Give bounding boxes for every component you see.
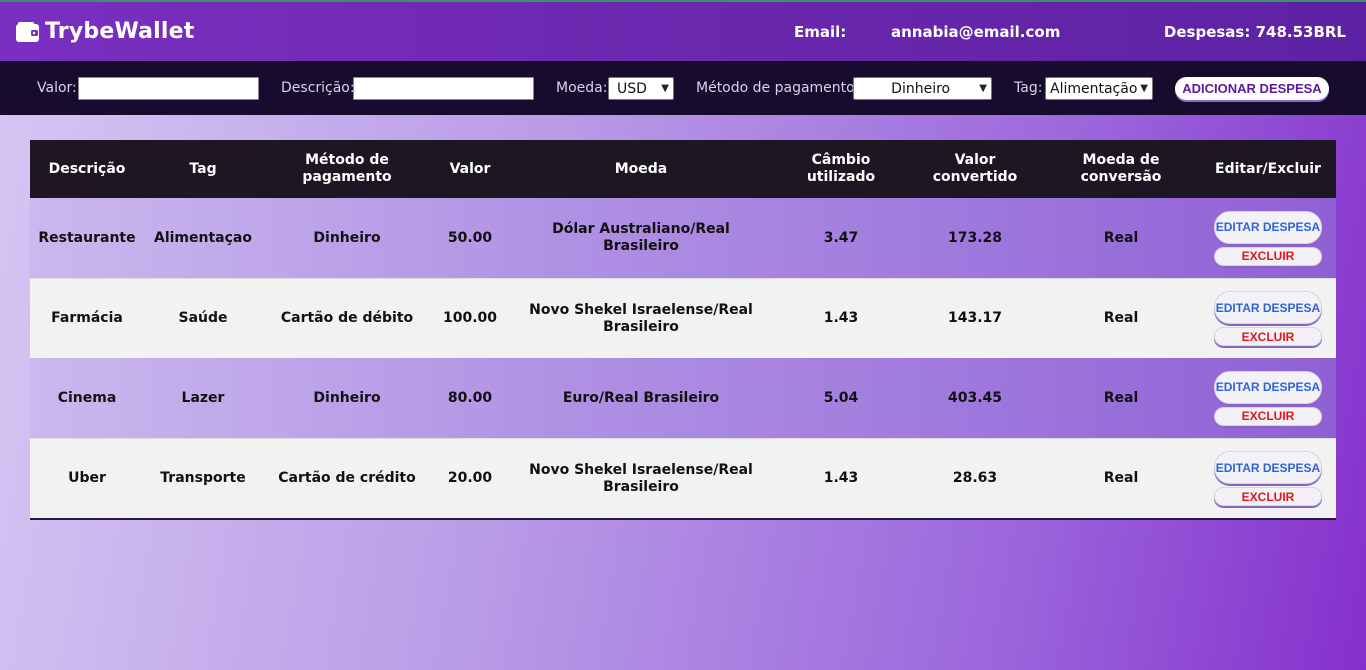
cell-method: Dinheiro bbox=[313, 229, 381, 246]
user-email: annabia@email.com bbox=[891, 23, 1061, 41]
description-label: Descrição: bbox=[281, 80, 355, 96]
brand: TrybeWallet bbox=[15, 19, 195, 44]
tag-label: Tag: bbox=[1014, 80, 1043, 96]
cell-method: Cartão de crédito bbox=[278, 470, 416, 486]
column-header: Editar/Excluir bbox=[1215, 160, 1321, 177]
chevron-down-icon: ▼ bbox=[1140, 83, 1148, 94]
cell-description: Restaurante bbox=[38, 229, 136, 246]
cell-converted: 143.17 bbox=[947, 310, 1003, 326]
table-row: Farmácia Saúde Cartão de débito 100.00 N… bbox=[30, 278, 1336, 358]
cell-currency: Novo Shekel Israelense/Real Brasileiro bbox=[529, 461, 753, 495]
column-header: Método de pagamento bbox=[302, 152, 392, 185]
column-header: Descrição bbox=[48, 160, 126, 177]
column-header: Moeda bbox=[614, 160, 668, 177]
table-row: Uber Transporte Cartão de crédito 20.00 … bbox=[30, 438, 1336, 518]
cell-converted: 403.45 bbox=[947, 389, 1003, 406]
expenses-table: Descrição Tag Método de pagamento Valor … bbox=[30, 140, 1336, 520]
cell-conversion-currency: Real bbox=[1103, 229, 1139, 246]
cell-value: 20.00 bbox=[447, 470, 493, 486]
column-header: Valor convertido bbox=[932, 152, 1018, 185]
delete-expense-button[interactable]: EXCLUIR bbox=[1214, 406, 1322, 426]
description-input[interactable] bbox=[353, 77, 534, 100]
delete-expense-button[interactable]: EXCLUIR bbox=[1214, 327, 1322, 346]
add-expense-button[interactable]: ADICIONAR DESPESA bbox=[1175, 77, 1329, 100]
table-row: Cinema Lazer Dinheiro 80.00 Euro/Real Br… bbox=[30, 358, 1336, 438]
cell-conversion-currency: Real bbox=[1103, 470, 1139, 486]
cell-rate: 1.43 bbox=[823, 470, 859, 486]
table-row: Restaurante Alimentaçao Dinheiro 50.00 D… bbox=[30, 198, 1336, 278]
cell-value: 80.00 bbox=[447, 389, 493, 406]
row-actions: EDITAR DESPESA EXCLUIR bbox=[1200, 439, 1336, 518]
column-header: Tag bbox=[189, 160, 217, 177]
delete-expense-button[interactable]: EXCLUIR bbox=[1214, 246, 1322, 266]
delete-expense-button[interactable]: EXCLUIR bbox=[1214, 487, 1322, 506]
cell-converted: 28.63 bbox=[952, 470, 998, 486]
tag-selected: Alimentação bbox=[1050, 80, 1138, 97]
chevron-down-icon: ▼ bbox=[979, 83, 987, 94]
chevron-down-icon: ▼ bbox=[661, 83, 669, 94]
tag-select[interactable]: Alimentação ▼ bbox=[1045, 77, 1153, 100]
payment-method-label: Método de pagamento: bbox=[696, 80, 860, 96]
cell-tag: Lazer bbox=[181, 389, 225, 406]
column-header: Valor bbox=[449, 160, 491, 177]
column-header: Câmbio utilizado bbox=[806, 152, 876, 185]
value-input[interactable] bbox=[78, 77, 259, 100]
edit-expense-button[interactable]: EDITAR DESPESA bbox=[1214, 210, 1322, 244]
currency-label: Moeda: bbox=[556, 80, 608, 96]
cell-rate: 1.43 bbox=[823, 310, 859, 326]
cell-tag: Transporte bbox=[160, 470, 246, 486]
cell-tag: Alimentaçao bbox=[154, 229, 252, 246]
cell-currency: Novo Shekel Israelense/Real Brasileiro bbox=[529, 301, 753, 335]
email-label: Email: bbox=[794, 23, 847, 41]
cell-method: Cartão de débito bbox=[280, 310, 414, 326]
cell-conversion-currency: Real bbox=[1103, 310, 1139, 326]
cell-method: Dinheiro bbox=[313, 389, 381, 406]
value-label: Valor: bbox=[37, 80, 77, 96]
payment-method-selected: Dinheiro bbox=[891, 80, 951, 97]
row-actions: EDITAR DESPESA EXCLUIR bbox=[1200, 279, 1336, 358]
row-actions: EDITAR DESPESA EXCLUIR bbox=[1200, 198, 1336, 278]
currency-select[interactable]: USD ▼ bbox=[608, 77, 674, 100]
column-header: Moeda de conversão bbox=[1080, 152, 1162, 185]
edit-expense-button[interactable]: EDITAR DESPESA bbox=[1214, 370, 1322, 404]
cell-description: Cinema bbox=[57, 389, 117, 406]
currency-selected: USD bbox=[617, 80, 647, 97]
brand-title: TrybeWallet bbox=[45, 19, 195, 44]
wallet-icon bbox=[16, 21, 39, 42]
cell-currency: Dólar Australiano/Real Brasileiro bbox=[552, 221, 730, 254]
cell-tag: Saúde bbox=[178, 310, 228, 326]
cell-value: 50.00 bbox=[447, 229, 493, 246]
expense-form: Valor: Descrição: Moeda: USD ▼ Método de… bbox=[0, 61, 1366, 115]
cell-currency: Euro/Real Brasileiro bbox=[562, 389, 720, 406]
cell-conversion-currency: Real bbox=[1103, 389, 1139, 406]
edit-expense-button[interactable]: EDITAR DESPESA bbox=[1214, 291, 1322, 324]
cell-rate: 5.04 bbox=[823, 389, 859, 406]
table-header: Descrição Tag Método de pagamento Valor … bbox=[30, 140, 1336, 198]
cell-description: Uber bbox=[68, 470, 106, 486]
cell-description: Farmácia bbox=[51, 310, 123, 326]
cell-converted: 173.28 bbox=[947, 229, 1003, 246]
edit-expense-button[interactable]: EDITAR DESPESA bbox=[1214, 451, 1322, 484]
app-header: TrybeWallet Email: annabia@email.com Des… bbox=[0, 2, 1366, 61]
cell-rate: 3.47 bbox=[823, 229, 859, 246]
cell-value: 100.00 bbox=[442, 310, 498, 326]
payment-method-select[interactable]: Dinheiro ▼ bbox=[853, 77, 992, 100]
total-expenses: Despesas: 748.53BRL bbox=[1163, 23, 1346, 41]
row-actions: EDITAR DESPESA EXCLUIR bbox=[1200, 358, 1336, 438]
